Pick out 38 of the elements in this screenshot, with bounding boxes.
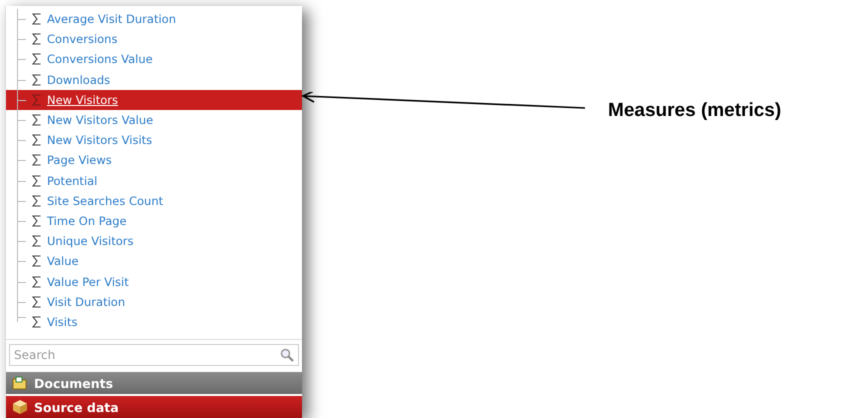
sigma-icon [32, 114, 41, 126]
section-header[interactable]: Documents [6, 372, 302, 394]
sigma-icon [32, 194, 41, 207]
measure-item[interactable]: Page Views [6, 150, 302, 170]
measure-item[interactable]: Conversions Value [6, 49, 302, 70]
measure-item[interactable]: Unique Visitors [6, 231, 302, 252]
measure-item[interactable]: Potential [6, 170, 302, 191]
section-header[interactable]: Source data [6, 396, 302, 418]
measure-item[interactable]: Value Per Visit [6, 271, 302, 292]
sigma-icon [32, 74, 41, 86]
measure-item[interactable]: New Visitors [6, 90, 302, 110]
sigma-icon [32, 255, 41, 268]
measure-item[interactable]: Value [6, 251, 302, 272]
sigma-icon [32, 154, 41, 166]
sigma-icon [32, 53, 41, 66]
sigma-icon [32, 235, 41, 248]
measure-item[interactable]: Average Visit Duration [6, 9, 302, 30]
sigma-icon [32, 134, 41, 146]
measure-item[interactable]: Visits [6, 312, 302, 332]
measure-item[interactable]: Site Searches Count [6, 190, 302, 211]
callout-label: Measures (metrics) [608, 100, 782, 122]
measure-item[interactable]: New Visitors Visits [6, 130, 302, 150]
measure-item[interactable]: Visit Duration [6, 292, 302, 312]
sigma-icon [32, 33, 41, 46]
sigma-icon [32, 276, 41, 288]
sigma-icon [32, 316, 41, 328]
measure-item[interactable]: Time On Page [6, 210, 302, 232]
measure-item[interactable]: New Visitors Value [6, 110, 302, 130]
sigma-icon [32, 94, 41, 106]
sigma-icon [32, 174, 41, 187]
measure-item[interactable]: Conversions [6, 29, 302, 50]
cube-icon [12, 399, 28, 415]
sigma-icon [32, 214, 41, 227]
search-icon [280, 348, 294, 362]
search-field[interactable]: Search [9, 344, 299, 366]
sigma-icon [32, 296, 41, 308]
sigma-icon [32, 13, 41, 26]
folder-icon [12, 376, 28, 390]
